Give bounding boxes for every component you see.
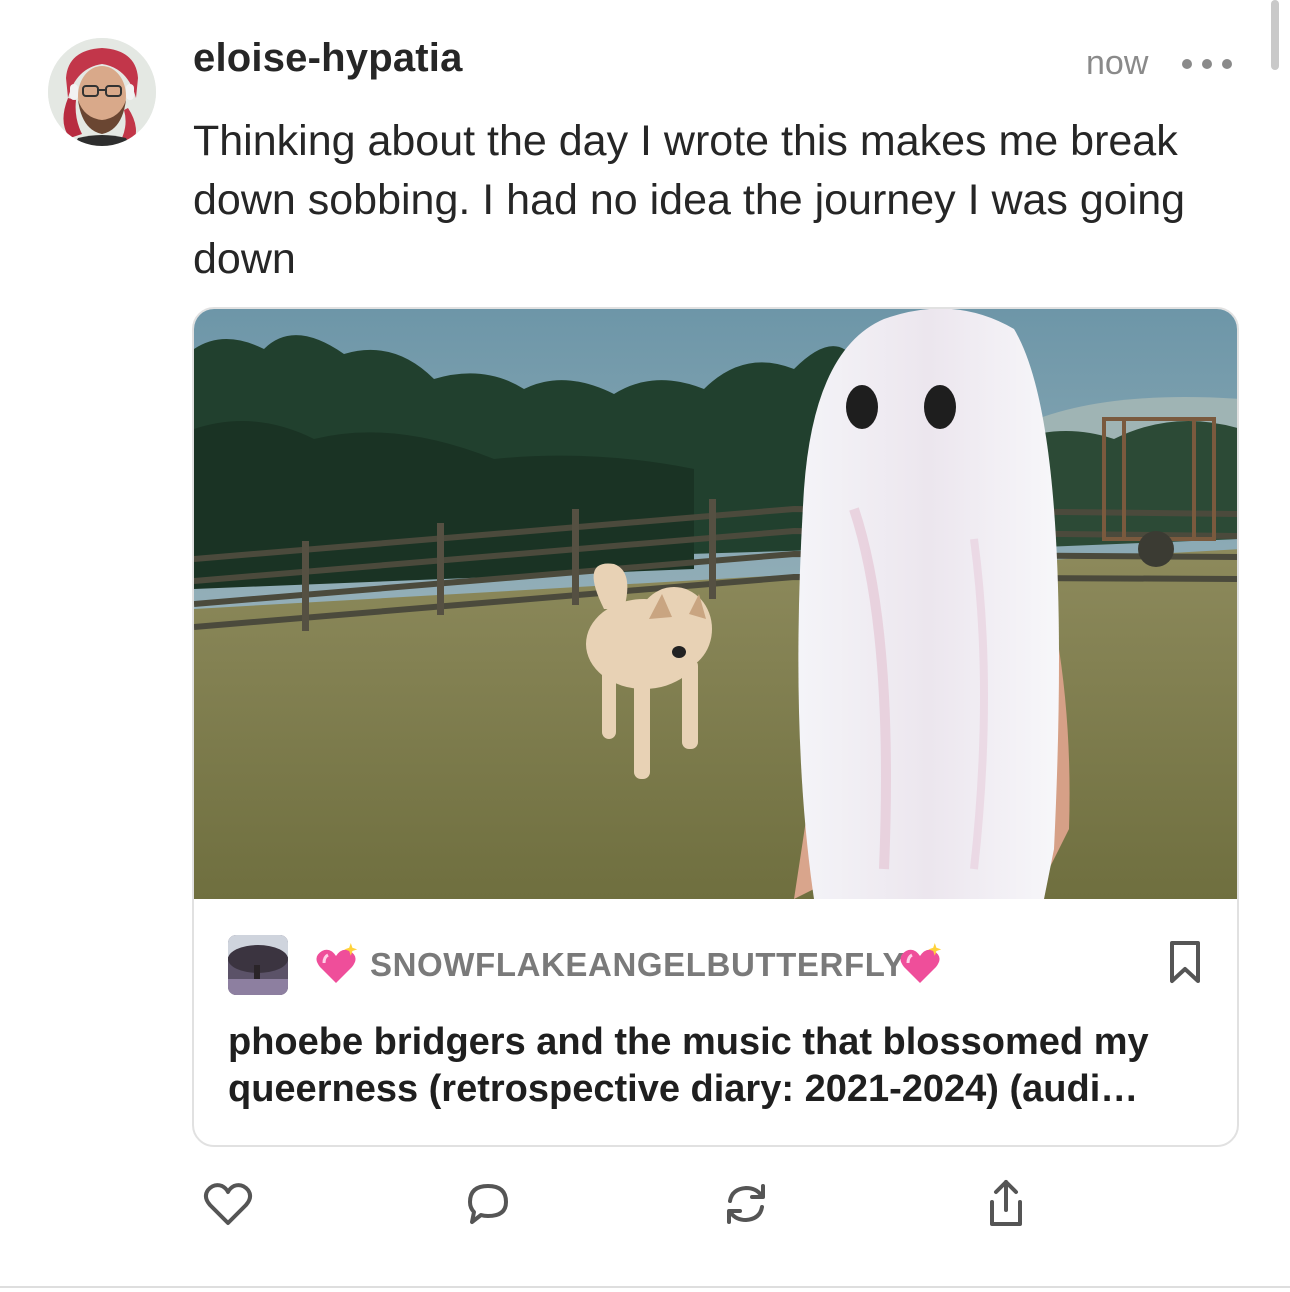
repost-icon <box>727 1184 765 1224</box>
comment-icon <box>468 1184 508 1224</box>
sparkling-heart-icon <box>898 943 942 987</box>
blog-thumbnail-image[interactable] <box>228 935 288 995</box>
linked-post-title[interactable]: phoebe bridgers and the music that bloss… <box>228 1019 1208 1113</box>
repost-button[interactable] <box>718 1176 774 1232</box>
author-username[interactable]: eloise-hypatia <box>193 36 463 81</box>
more-options-icon[interactable] <box>1182 50 1232 78</box>
post-timestamp: now <box>1086 44 1149 82</box>
sparkling-heart-icon <box>314 943 358 987</box>
heart-icon <box>203 1183 253 1225</box>
blog-name[interactable]: SNOWFLAKEANGELBUTTERFLY <box>370 946 905 984</box>
share-icon <box>990 1180 1022 1226</box>
ghost-photo-image <box>194 309 1237 899</box>
like-button[interactable] <box>200 1176 256 1232</box>
comment-button[interactable] <box>460 1176 516 1232</box>
post-body-text: Thinking about the day I wrote this make… <box>193 117 1186 283</box>
link-preview-card[interactable]: SNOWFLAKEANGELBUTTERFLY phoebe bridgers … <box>192 307 1239 1147</box>
author-avatar[interactable] <box>48 38 156 146</box>
post-divider <box>0 1286 1290 1288</box>
scrollbar[interactable] <box>1271 0 1279 70</box>
share-button[interactable] <box>978 1176 1034 1232</box>
bookmark-icon[interactable] <box>1168 939 1202 985</box>
